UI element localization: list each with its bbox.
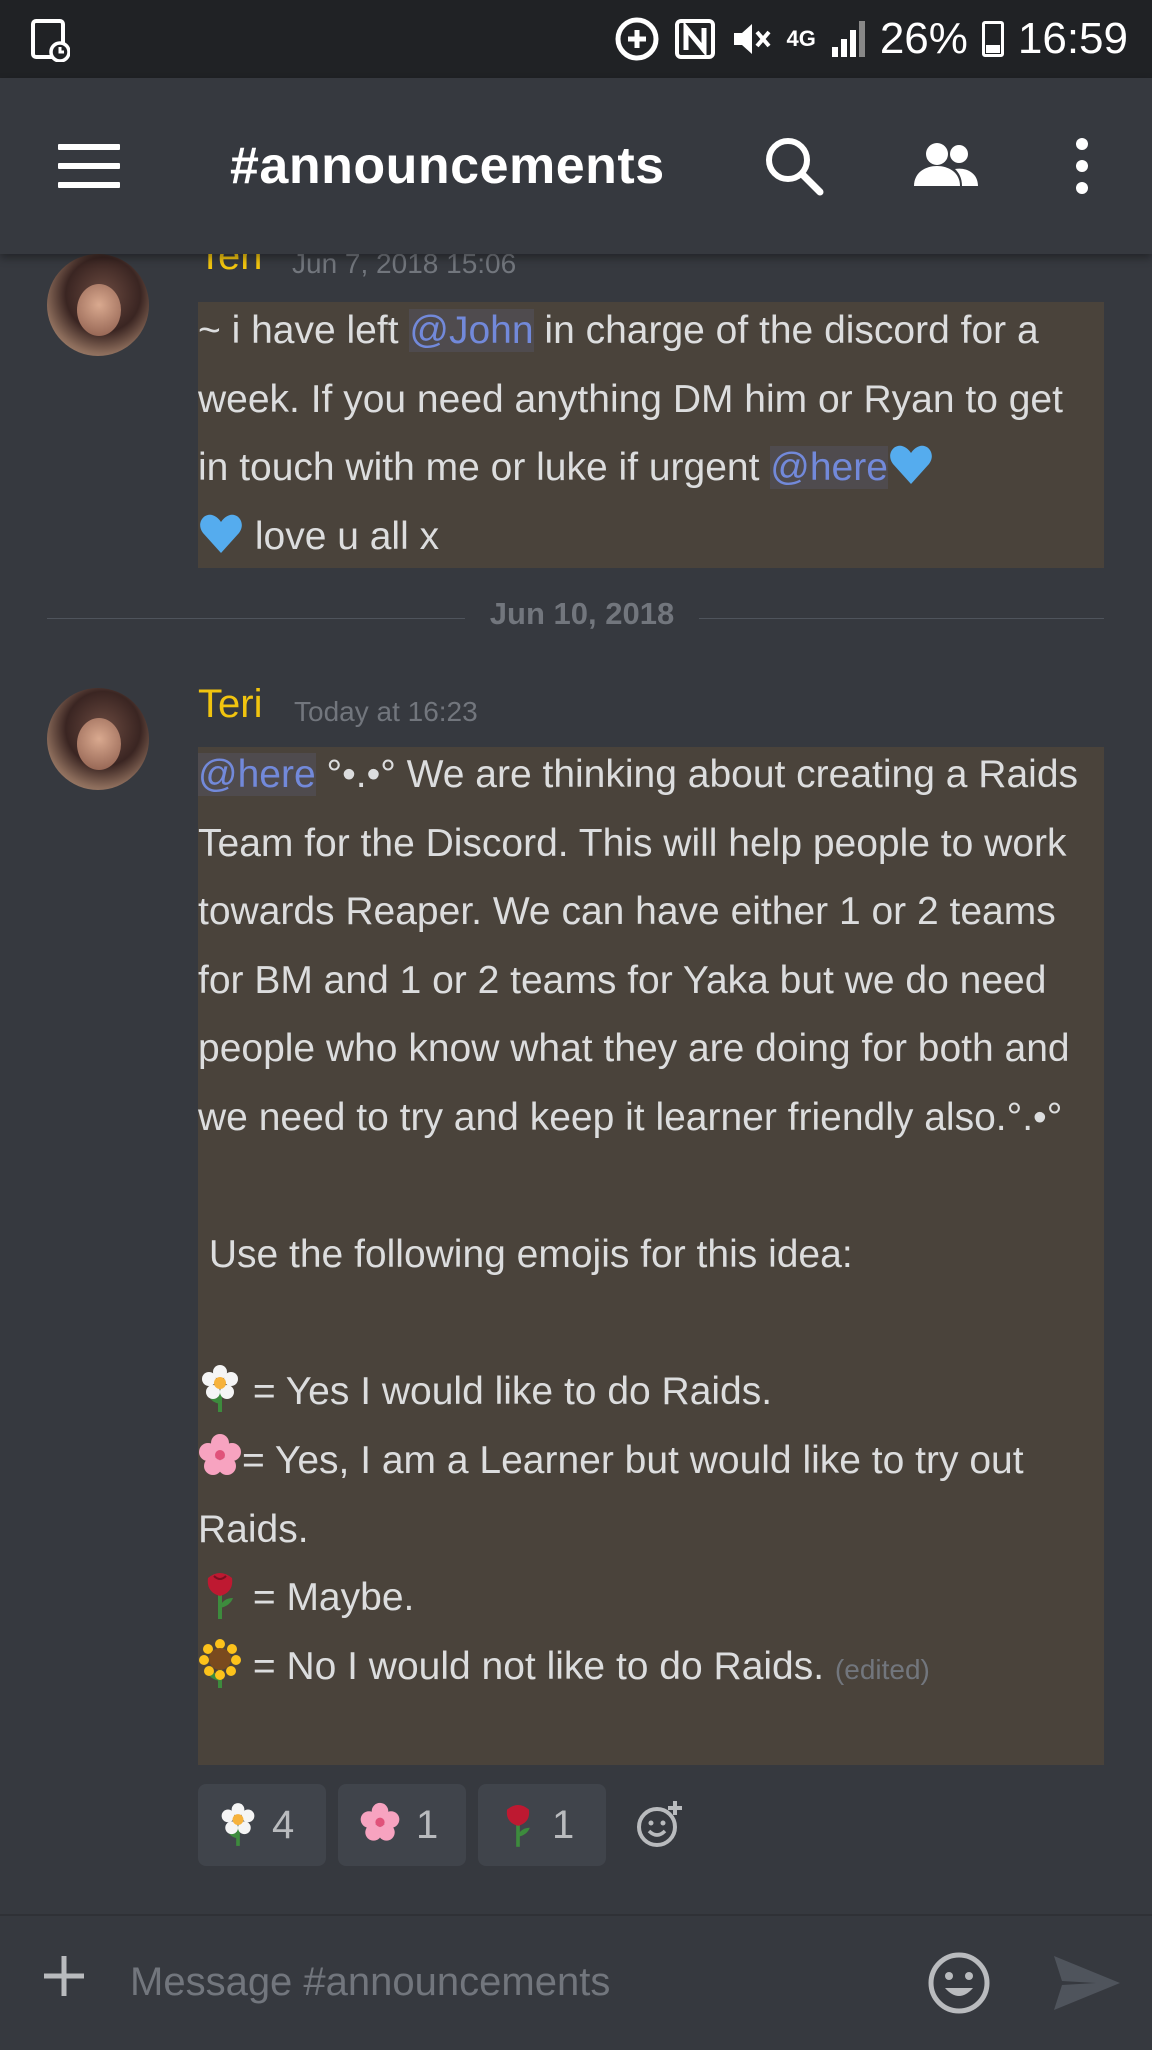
send-icon[interactable] — [1052, 1952, 1122, 2014]
here-mention[interactable]: @here — [198, 753, 316, 796]
message-text: °•.•° We are thinking about creating a R… — [198, 753, 1089, 1139]
reaction-cherry-blossom[interactable]: 1 — [338, 1784, 466, 1866]
cherry-blossom-icon — [199, 1433, 241, 1475]
battery-percent: 26% — [879, 14, 968, 63]
message-text: ~ i have left — [198, 309, 410, 352]
edited-label: (edited) — [834, 1653, 930, 1685]
white-flower-icon — [221, 1803, 255, 1846]
date-divider-label: Jun 10, 2018 — [489, 596, 675, 631]
message-list[interactable]: Teri Jun 7, 2018 15:06 ~ i have left @Jo… — [0, 254, 1152, 1914]
blue-heart-icon — [200, 514, 242, 553]
timestamp: Today at 16:23 — [294, 696, 478, 727]
message-text: Use the following emojis for this idea: — [198, 1233, 853, 1277]
reaction-count: 1 — [552, 1802, 575, 1847]
reaction-bar: 4 1 1 — [198, 1784, 700, 1866]
message-content: @here °•.•° We are thinking about creati… — [198, 741, 1104, 1704]
screen-record-icon — [31, 19, 70, 62]
signal-icon — [831, 21, 865, 57]
add-reaction-icon — [637, 1801, 682, 1847]
blue-heart-icon — [890, 445, 932, 485]
more-icon[interactable] — [1046, 130, 1118, 202]
message-input[interactable] — [128, 1944, 902, 2020]
message-composer — [0, 1914, 1152, 2050]
status-bar: 4G 26% 16:59 — [0, 0, 1152, 78]
message-text: = Yes, I am a Learner but would like to … — [198, 1438, 1035, 1551]
reaction-count: 1 — [416, 1802, 439, 1847]
menu-icon[interactable] — [58, 144, 120, 188]
reaction-white-flower[interactable]: 4 — [198, 1784, 326, 1866]
emoji-icon[interactable] — [926, 1950, 992, 2016]
nfc-icon — [675, 19, 716, 59]
reaction-count: 4 — [272, 1802, 295, 1847]
message-text: = No I would not like to do Raids. — [242, 1644, 825, 1688]
plus-icon[interactable] — [40, 1952, 88, 2000]
clock: 16:59 — [1017, 14, 1128, 63]
channel-title: #announcements — [230, 137, 665, 195]
here-mention[interactable]: @here — [770, 446, 888, 490]
rose-icon — [506, 1805, 530, 1847]
battery-icon — [981, 21, 1004, 57]
message-text: love u all x — [244, 514, 440, 558]
username[interactable]: Teri — [198, 682, 262, 727]
sunflower-icon — [199, 1638, 241, 1688]
cherry-blossom-icon — [360, 1802, 400, 1841]
network-type: 4G — [786, 26, 816, 51]
search-icon[interactable] — [758, 130, 830, 202]
message-content: ~ i have left @John in charge of the dis… — [198, 297, 1104, 571]
channel-header: #announcements — [0, 78, 1152, 254]
data-saver-icon — [615, 17, 659, 61]
username[interactable]: Teri — [198, 254, 262, 279]
add-reaction-button[interactable] — [618, 1784, 700, 1866]
mute-icon — [734, 24, 771, 54]
message-text: = Yes I would like to do Raids. — [242, 1370, 773, 1414]
avatar[interactable] — [47, 254, 149, 356]
timestamp: Jun 7, 2018 15:06 — [292, 254, 517, 279]
user-mention[interactable]: @John — [409, 309, 534, 352]
avatar[interactable] — [47, 688, 149, 790]
rose-icon — [207, 1573, 233, 1620]
message-text: = Maybe. — [242, 1576, 415, 1620]
members-icon[interactable] — [910, 130, 982, 202]
reaction-rose[interactable]: 1 — [478, 1784, 606, 1866]
white-flower-icon — [202, 1365, 238, 1413]
